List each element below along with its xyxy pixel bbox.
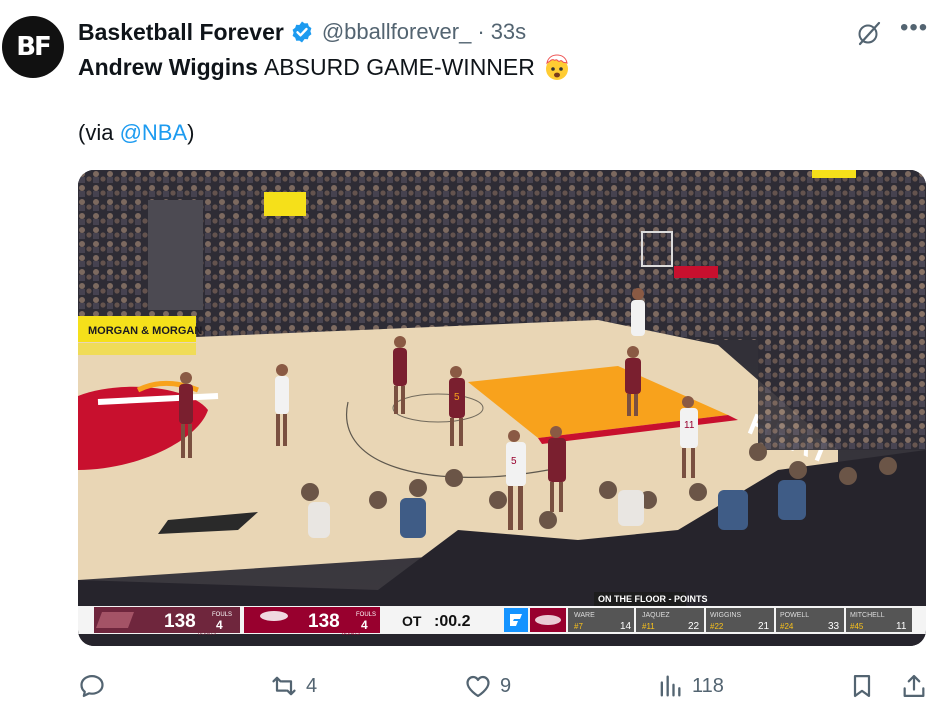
bookmark-button[interactable] [848,664,876,708]
nba-mention-link[interactable]: @NBA [120,120,188,145]
svg-text:WIGGINS: WIGGINS [710,612,741,619]
svg-text:JAQUEZ: JAQUEZ [642,612,670,619]
tweet-video[interactable]: MORGAN & MORGAN HEAT 5 11 5 [78,170,926,646]
svg-text:138: 138 [164,611,196,632]
svg-text:BONUS: BONUS [342,631,360,637]
tweet-text: Andrew Wiggins ABSURD GAME-WINNER [78,53,571,81]
author-handle[interactable]: @bballforever_ [322,19,472,45]
svg-text:MORGAN & MORGAN: MORGAN & MORGAN [88,325,202,337]
svg-text:4: 4 [361,618,368,632]
svg-text:ON THE FLOOR - POINTS: ON THE FLOOR - POINTS [598,594,708,604]
svg-text:21: 21 [758,621,770,632]
tweet-action-bar: 4 9 118 [0,664,940,708]
svg-text::00.2: :00.2 [434,613,471,630]
reply-button[interactable] [78,664,114,708]
views-button[interactable]: 118 [656,664,724,708]
like-button[interactable]: 9 [464,664,511,708]
verified-badge-icon [290,20,314,44]
tweet-text-rest: ABSURD GAME-WINNER [263,53,535,80]
svg-text:#22: #22 [710,622,724,631]
svg-text:5: 5 [454,392,460,403]
svg-text:11: 11 [896,621,907,632]
svg-text:MITCHELL: MITCHELL [850,612,885,619]
heart-icon [466,675,490,698]
tweet-timestamp[interactable]: 33s [491,19,526,45]
repost-button[interactable]: 4 [270,664,317,708]
svg-text:33: 33 [828,621,840,632]
on-floor-players: WARE #7 14 JAQUEZ #11 22 WIGGINS #22 21 … [568,608,912,632]
more-options-icon[interactable]: ••• [900,14,928,42]
svg-text:#7: #7 [574,622,583,631]
share-button[interactable] [900,664,928,708]
like-count: 9 [500,674,512,697]
meta-separator: · [477,19,485,44]
svg-text:BONUS: BONUS [198,631,216,637]
view-count: 118 [692,674,724,697]
grok-icon[interactable] [856,20,882,46]
svg-text:5: 5 [511,456,517,467]
svg-text:138: 138 [308,611,340,632]
scoreboard-sign [264,192,306,216]
repost-icon [272,676,296,696]
tweet-source-line: (via @NBA) [78,120,194,146]
author-avatar[interactable]: BF [2,16,64,78]
share-icon [903,674,925,698]
tweet-header: Basketball Forever @bballforever_ · 33s [78,14,526,50]
via-suffix: ) [187,120,195,145]
svg-text:POWELL: POWELL [780,612,809,619]
analytics-icon [660,675,681,697]
bookmark-icon [853,674,871,698]
svg-text:14: 14 [620,621,632,632]
svg-text:22: 22 [688,621,700,632]
author-name[interactable]: Basketball Forever [78,19,284,46]
reply-icon [80,674,104,698]
sponsor-logo [504,608,528,632]
repost-count: 4 [306,674,318,697]
svg-text:#24: #24 [780,622,794,631]
svg-text:WARE: WARE [574,612,595,619]
avatar-logo-text: BF [16,32,52,62]
svg-text:#45: #45 [850,622,864,631]
exploding-head-emoji-icon [543,53,571,81]
tweet-text-bold: Andrew Wiggins [78,53,258,80]
via-prefix: (via [78,120,120,145]
svg-text:OT: OT [402,613,422,629]
svg-text:#11: #11 [642,622,655,631]
svg-text:11: 11 [684,420,695,431]
svg-text:4: 4 [216,618,223,632]
